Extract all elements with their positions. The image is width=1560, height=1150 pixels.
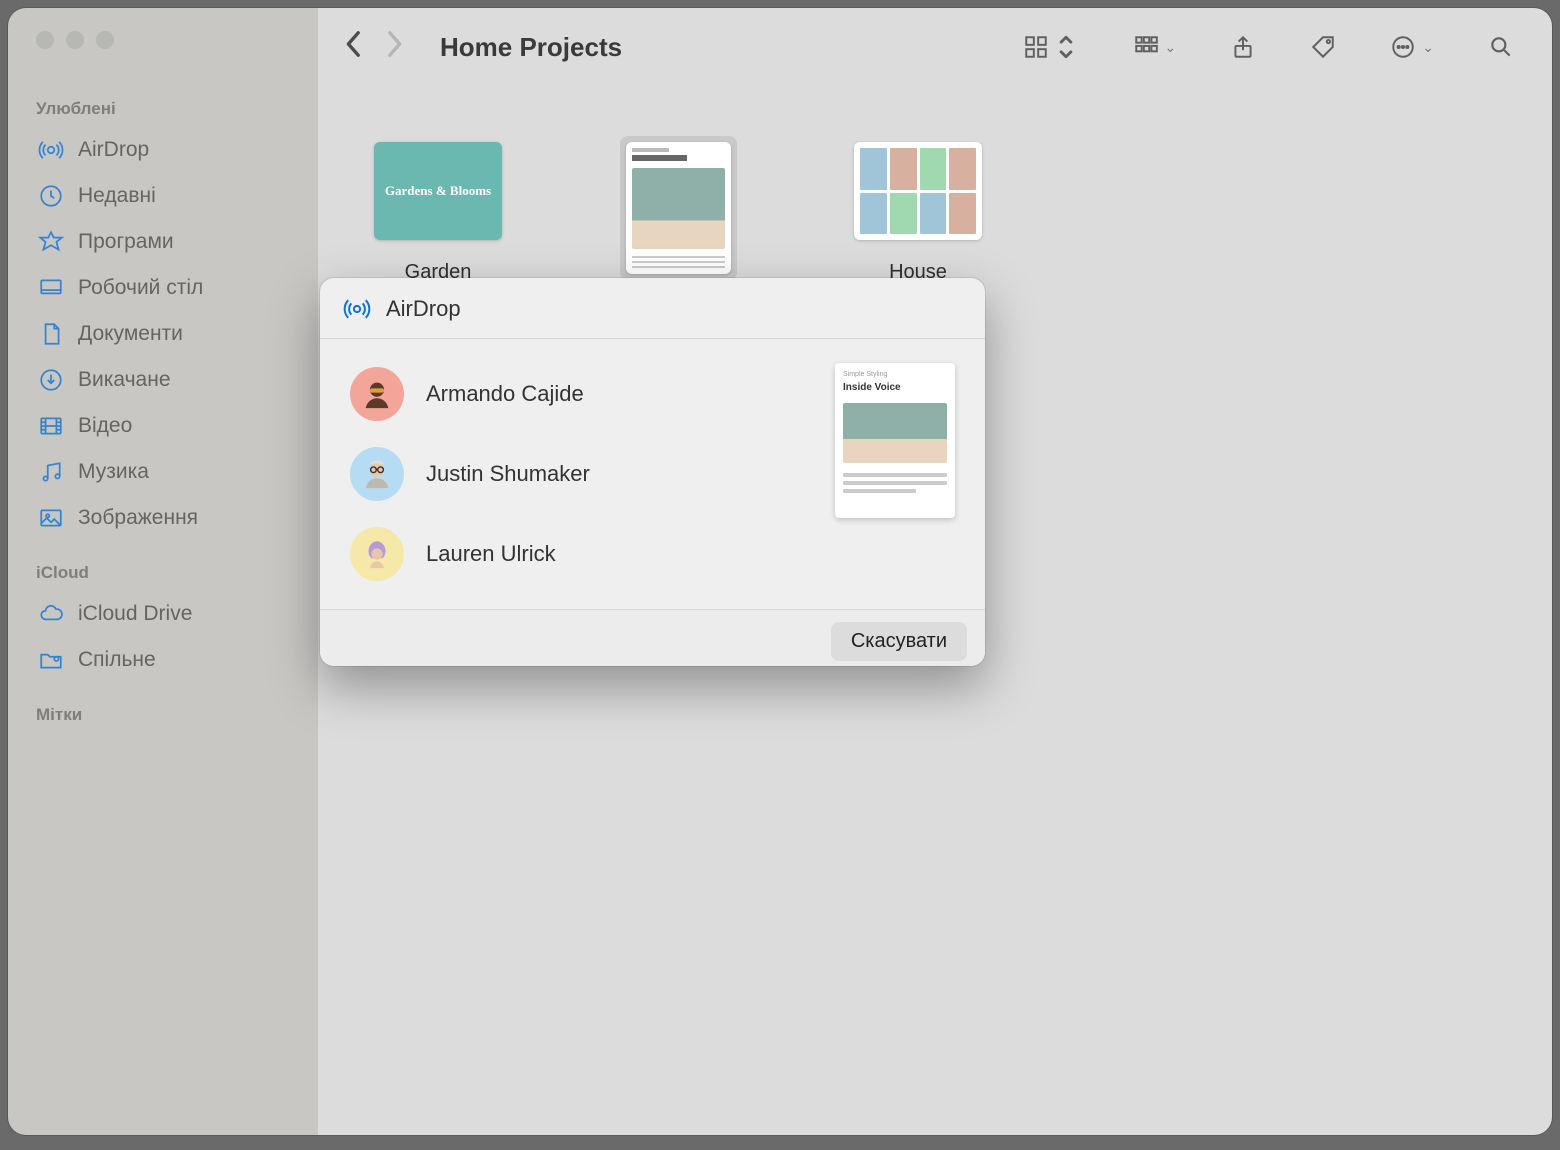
- chevron-down-icon: ⌄: [1165, 39, 1177, 56]
- download-icon: [38, 367, 64, 393]
- sheet-header: AirDrop: [320, 278, 985, 339]
- sidebar-item-downloads[interactable]: Викачане: [26, 357, 300, 403]
- airdrop-icon: [342, 294, 372, 324]
- sidebar-item-label: Викачане: [78, 368, 171, 392]
- sidebar-item-label: Робочий стіл: [78, 276, 203, 300]
- shared-folder-icon: [38, 647, 64, 673]
- finder-window: Улюблені AirDrop Недавні Програми Робочи…: [8, 8, 1552, 1135]
- sidebar-section-favorites: Улюблені: [36, 99, 300, 119]
- sidebar-item-airdrop[interactable]: AirDrop: [26, 127, 300, 173]
- file-thumbnail: [854, 142, 982, 240]
- contact-item[interactable]: Armando Cajide: [350, 367, 825, 421]
- sidebar-item-label: Зображення: [78, 506, 198, 530]
- sheet-body: Armando Cajide Justin Shumaker Lauren Ul…: [320, 339, 985, 609]
- sidebar-item-pictures[interactable]: Зображення: [26, 495, 300, 541]
- preview-title: Inside Voice: [843, 382, 947, 393]
- content-area: Home Projects ⌄ ⌄: [318, 8, 1552, 1135]
- sidebar-item-movies[interactable]: Відео: [26, 403, 300, 449]
- view-mode-button[interactable]: [1023, 34, 1079, 60]
- pictures-icon: [38, 505, 64, 531]
- chevron-down-icon: ⌄: [1422, 39, 1434, 56]
- document-icon: [38, 321, 64, 347]
- toolbar-actions: ⌄ ⌄: [1023, 34, 1514, 60]
- airdrop-sheet: AirDrop Armando Cajide Justin Shumaker: [320, 278, 985, 666]
- avatar: [350, 447, 404, 501]
- contact-name: Justin Shumaker: [426, 461, 590, 487]
- sidebar-item-desktop[interactable]: Робочий стіл: [26, 265, 300, 311]
- applications-icon: [38, 229, 64, 255]
- sidebar-item-music[interactable]: Музика: [26, 449, 300, 495]
- file-thumbnail: Gardens & Blooms: [374, 142, 502, 240]
- sidebar-item-label: Спільне: [78, 648, 156, 672]
- sidebar: Улюблені AirDrop Недавні Програми Робочи…: [8, 8, 318, 1135]
- sidebar-item-label: iCloud Drive: [78, 602, 192, 626]
- more-button[interactable]: ⌄: [1390, 34, 1434, 60]
- avatar: [350, 367, 404, 421]
- movies-icon: [38, 413, 64, 439]
- desktop-icon: [38, 275, 64, 301]
- toolbar: Home Projects ⌄ ⌄: [318, 8, 1552, 86]
- forward-button[interactable]: [384, 30, 404, 65]
- sidebar-item-icloud-drive[interactable]: iCloud Drive: [26, 591, 300, 637]
- sidebar-section-tags: Мітки: [36, 705, 300, 725]
- sidebar-item-documents[interactable]: Документи: [26, 311, 300, 357]
- group-by-button[interactable]: ⌄: [1133, 34, 1177, 60]
- file-preview: Simple Styling Inside Voice: [835, 363, 955, 518]
- sidebar-item-label: Музика: [78, 460, 149, 484]
- search-button[interactable]: [1488, 34, 1514, 60]
- airdrop-icon: [38, 137, 64, 163]
- nav-arrows: [344, 30, 404, 65]
- contacts-list: Armando Cajide Justin Shumaker Lauren Ul…: [340, 353, 835, 595]
- sidebar-item-label: Відео: [78, 414, 132, 438]
- sidebar-item-label: Програми: [78, 230, 174, 254]
- avatar: [350, 527, 404, 581]
- sheet-footer: Скасувати: [320, 609, 985, 666]
- share-button[interactable]: [1230, 34, 1256, 60]
- cloud-icon: [38, 601, 64, 627]
- sidebar-item-shared[interactable]: Спільне: [26, 637, 300, 683]
- sidebar-item-applications[interactable]: Програми: [26, 219, 300, 265]
- preview-subtitle: Simple Styling: [843, 371, 947, 378]
- window-controls: [36, 31, 300, 49]
- tags-button[interactable]: [1310, 34, 1336, 60]
- sidebar-section-icloud: iCloud: [36, 563, 300, 583]
- minimize-icon[interactable]: [66, 31, 84, 49]
- contact-name: Lauren Ulrick: [426, 541, 556, 567]
- contact-item[interactable]: Lauren Ulrick: [350, 527, 825, 581]
- thumb-text: Gardens & Blooms: [385, 183, 491, 199]
- sidebar-item-recents[interactable]: Недавні: [26, 173, 300, 219]
- contact-name: Armando Cajide: [426, 381, 584, 407]
- clock-icon: [38, 183, 64, 209]
- file-thumbnail: [626, 142, 731, 274]
- cancel-button[interactable]: Скасувати: [831, 622, 967, 661]
- sidebar-item-label: Документи: [78, 322, 183, 346]
- sidebar-item-label: AirDrop: [78, 138, 149, 162]
- music-icon: [38, 459, 64, 485]
- sidebar-item-label: Недавні: [78, 184, 156, 208]
- sheet-title: AirDrop: [386, 296, 461, 322]
- contact-item[interactable]: Justin Shumaker: [350, 447, 825, 501]
- back-button[interactable]: [344, 30, 364, 65]
- close-icon[interactable]: [36, 31, 54, 49]
- folder-title: Home Projects: [440, 32, 622, 63]
- zoom-icon[interactable]: [96, 31, 114, 49]
